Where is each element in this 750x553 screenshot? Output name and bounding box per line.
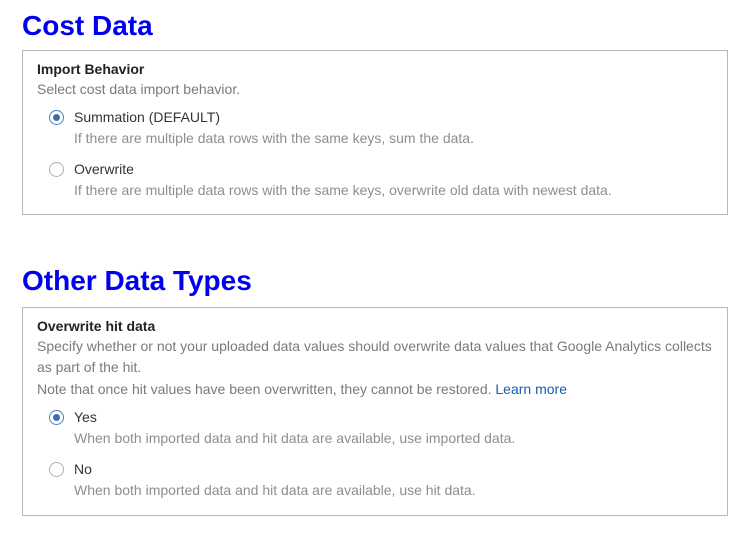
- import-behavior-title: Import Behavior: [37, 61, 713, 77]
- radio-summation-help: If there are multiple data rows with the…: [74, 129, 713, 149]
- radio-overwrite-help: If there are multiple data rows with the…: [74, 181, 713, 201]
- overwrite-hit-note: Note that once hit values have been over…: [37, 379, 713, 399]
- import-behavior-box: Import Behavior Select cost data import …: [22, 50, 728, 215]
- radio-no[interactable]: [49, 462, 64, 477]
- option-summation: Summation (DEFAULT) If there are multipl…: [49, 109, 713, 149]
- option-yes: Yes When both imported data and hit data…: [49, 409, 713, 449]
- overwrite-hit-desc: Specify whether or not your uploaded dat…: [37, 336, 713, 377]
- radio-no-help: When both imported data and hit data are…: [74, 481, 713, 501]
- option-overwrite: Overwrite If there are multiple data row…: [49, 161, 713, 201]
- radio-dot-icon: [53, 414, 60, 421]
- radio-summation-label: Summation (DEFAULT): [74, 109, 713, 125]
- radio-overwrite[interactable]: [49, 162, 64, 177]
- overwrite-hit-note-text: Note that once hit values have been over…: [37, 381, 495, 397]
- other-data-types-heading: Other Data Types: [22, 265, 728, 297]
- radio-summation[interactable]: [49, 110, 64, 125]
- option-no: No When both imported data and hit data …: [49, 461, 713, 501]
- radio-yes-help: When both imported data and hit data are…: [74, 429, 713, 449]
- import-behavior-desc: Select cost data import behavior.: [37, 79, 713, 99]
- radio-no-label: No: [74, 461, 713, 477]
- overwrite-hit-title: Overwrite hit data: [37, 318, 713, 334]
- cost-data-heading: Cost Data: [22, 10, 728, 42]
- radio-yes-label: Yes: [74, 409, 713, 425]
- overwrite-hit-data-box: Overwrite hit data Specify whether or no…: [22, 307, 728, 515]
- radio-dot-icon: [53, 114, 60, 121]
- learn-more-link[interactable]: Learn more: [495, 381, 567, 397]
- radio-overwrite-label: Overwrite: [74, 161, 713, 177]
- radio-yes[interactable]: [49, 410, 64, 425]
